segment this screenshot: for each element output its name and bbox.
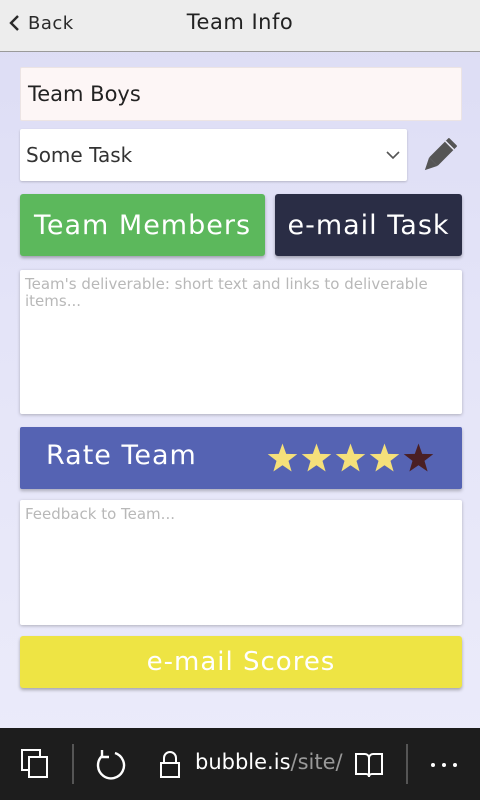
reading-view-icon[interactable] [353,750,385,780]
url-host: bubble.is [195,750,291,774]
rate-team-label: Rate Team [46,440,197,471]
top-nav-bar: Back Team Info [0,0,480,52]
refresh-icon[interactable] [93,748,127,782]
team-name-field[interactable]: Team Boys [20,67,462,121]
task-select-value: Some Task [26,143,133,167]
star-filled-icon[interactable] [300,441,333,475]
divider [72,744,74,784]
star-empty-icon[interactable] [402,441,435,475]
tabs-icon[interactable] [20,748,50,780]
star-filled-icon[interactable] [266,441,299,475]
star-filled-icon[interactable] [368,441,401,475]
star-filled-icon[interactable] [334,441,367,475]
deliverable-textarea[interactable]: Team's deliverable: short text and links… [20,270,462,414]
url-bar[interactable]: bubble.is/site/ [195,750,343,774]
page-title: Team Info [186,10,294,34]
feedback-textarea[interactable]: Feedback to Team... [20,500,462,625]
email-scores-button[interactable]: e-mail Scores [20,636,462,688]
more-options-icon[interactable] [430,762,458,768]
chevron-down-icon [386,151,400,160]
rate-team-bar: Rate Team [20,427,462,489]
lock-icon [160,751,180,778]
team-members-button[interactable]: Team Members [20,194,265,256]
email-task-button[interactable]: e-mail Task [275,194,462,256]
star-rating[interactable] [266,441,435,475]
divider [406,744,408,784]
url-path: /site/ [290,750,343,774]
browser-bottom-bar: bubble.is/site/ [0,728,480,800]
pencil-icon[interactable] [418,136,460,176]
task-select[interactable]: Some Task [20,129,407,181]
